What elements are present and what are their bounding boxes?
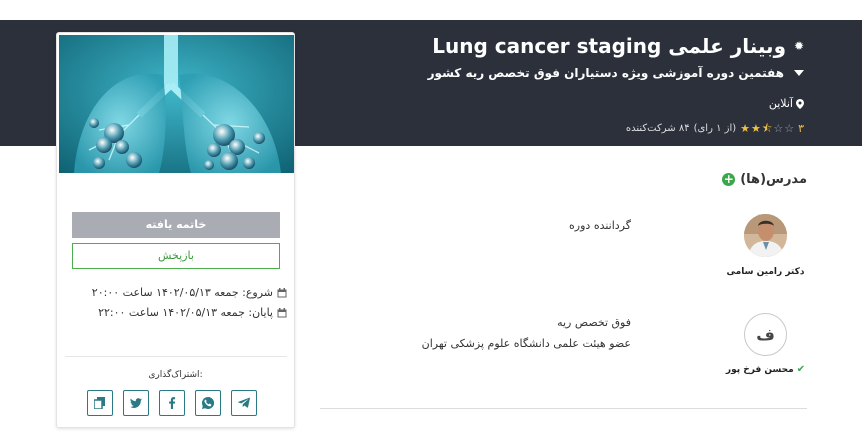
rating-row: ۳ ★ ★ ⯪ ☆ ☆ (از ۱ رای) ۸۴ شرکت‌کننده — [626, 122, 804, 135]
location-text: آنلاین — [768, 97, 793, 110]
instructor-name-row: ✔ محسن فرخ پور — [722, 364, 809, 375]
instructor-name[interactable]: دکتر رامین سامی — [722, 267, 809, 277]
instructor-name[interactable]: محسن فرخ پور — [726, 365, 794, 375]
share-label: اشتراک‌گذاری: — [148, 370, 203, 380]
add-instructor-icon[interactable]: + — [722, 173, 736, 186]
avatar[interactable]: ف — [744, 313, 787, 356]
rating-count: (از ۱ رای) — [693, 123, 737, 134]
calendar-icon — [277, 287, 287, 297]
star-icon[interactable]: ★ — [751, 123, 761, 134]
chevron-down-icon[interactable] — [794, 70, 804, 76]
gear-icon: ✹ — [793, 39, 804, 53]
end-date: پایان: جمعه ۱۴۰۲/۰۵/۱۳ ساعت ۲۲:۰۰ — [98, 306, 287, 319]
copy-link-button[interactable] — [87, 390, 113, 416]
star-icon[interactable]: ★ — [740, 123, 750, 134]
instructor-affiliation: عضو هیئت علمی دانشگاه علوم پزشکی تهران — [421, 337, 631, 350]
star-empty-icon[interactable]: ☆ — [784, 123, 794, 134]
copy-icon — [94, 397, 105, 409]
page-title: وبینار علمی Lung cancer staging — [432, 34, 786, 58]
ended-status-button[interactable]: خاتمه یافته — [72, 212, 280, 238]
share-whatsapp-button[interactable] — [195, 390, 221, 416]
share-facebook-button[interactable] — [159, 390, 185, 416]
instructor-photo — [744, 214, 787, 257]
whatsapp-icon — [202, 397, 214, 409]
facebook-icon — [169, 397, 176, 409]
share-telegram-button[interactable] — [231, 390, 257, 416]
rating-stars[interactable]: ★ ★ ⯪ ☆ ☆ — [740, 123, 794, 134]
calendar-icon — [277, 307, 287, 317]
end-date-text: پایان: جمعه ۱۴۰۲/۰۵/۱۳ ساعت ۲۲:۰۰ — [98, 306, 273, 319]
instructors-heading: مدرس(ها) + — [722, 172, 807, 187]
map-pin-icon — [796, 98, 804, 109]
rating-value: ۳ — [798, 122, 804, 135]
top-strip — [0, 0, 862, 20]
subtitle-row[interactable]: هفتمین دوره آموزشی ویژه دستیاران فوق تخص… — [428, 66, 804, 80]
event-card: خاتمه یافته بازپخش شروع: جمعه ۱۴۰۲/۰۵/۱۳… — [56, 32, 295, 428]
twitter-icon — [130, 398, 142, 408]
divider — [320, 408, 807, 409]
location: آنلاین — [769, 97, 804, 110]
instructors-title: مدرس(ها) — [740, 172, 807, 187]
star-empty-icon[interactable]: ☆ — [773, 123, 783, 134]
start-date-text: شروع: جمعه ۱۴۰۲/۰۵/۱۳ ساعت ۲۰:۰۰ — [91, 286, 273, 299]
share-twitter-button[interactable] — [123, 390, 149, 416]
lungs-illustration — [59, 35, 294, 173]
instructor-role: فوق تخصص ریه — [557, 316, 631, 329]
telegram-icon — [238, 397, 250, 408]
share-buttons — [87, 390, 257, 416]
divider — [65, 356, 287, 357]
participants-count: ۸۴ شرکت‌کننده — [625, 123, 690, 134]
title-row: ✹ وبینار علمی Lung cancer staging — [432, 34, 804, 58]
star-half-icon[interactable]: ⯪ — [762, 123, 772, 134]
instructor-role: گرداننده دوره — [569, 219, 631, 232]
replay-button[interactable]: بازپخش — [72, 243, 280, 269]
event-subtitle: هفتمین دوره آموزشی ویژه دستیاران فوق تخص… — [427, 66, 784, 80]
avatar[interactable] — [744, 214, 787, 257]
start-date: شروع: جمعه ۱۴۰۲/۰۵/۱۳ ساعت ۲۰:۰۰ — [92, 286, 287, 299]
verified-check-icon: ✔ — [796, 364, 806, 375]
